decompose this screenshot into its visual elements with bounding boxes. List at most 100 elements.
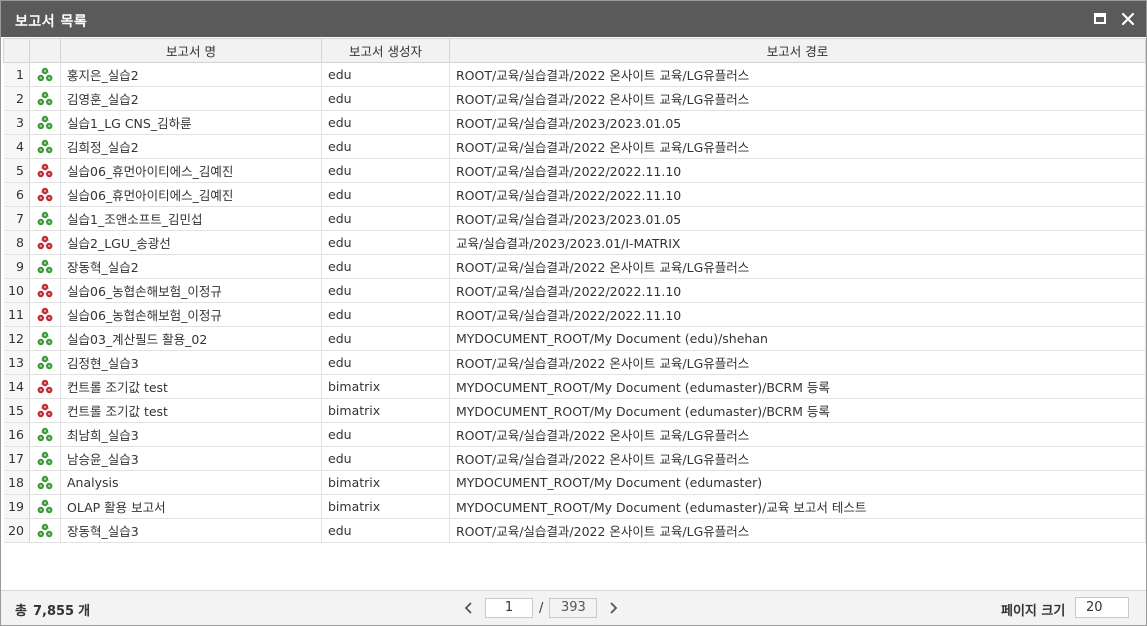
row-icon-cell	[29, 470, 61, 495]
green-report-icon	[37, 499, 53, 513]
chevron-right-icon	[610, 602, 618, 614]
report-path: MYDOCUMENT_ROOT/My Document (edumaster)/…	[449, 494, 1146, 519]
row-icon-cell	[29, 398, 61, 423]
row-number: 19	[3, 494, 30, 519]
report-creator: edu	[321, 110, 450, 135]
row-number: 20	[3, 518, 30, 543]
page-separator: /	[539, 600, 544, 616]
row-number: 13	[3, 350, 30, 375]
report-path: ROOT/교육/실습결과/2022/2022.11.10	[449, 182, 1146, 207]
row-number: 11	[3, 302, 30, 327]
report-name: 장동혁_실습3	[60, 518, 322, 543]
table-row[interactable]: 14 컨트롤 조기값 test bimatrix MYDOCUMENT_ROOT/My…	[3, 374, 1146, 399]
table-row[interactable]: 8 실습2_LGU_송광선 edu 교육/실습결과/2023/2023.01/I-MA…	[3, 230, 1146, 255]
next-page-button[interactable]	[607, 598, 619, 618]
report-creator: edu	[321, 254, 450, 279]
table-row[interactable]: 6 실습06_휴먼아이티에스_김예진 edu ROOT/교육/실습결과/2022/20…	[3, 182, 1146, 207]
close-icon	[1121, 12, 1135, 26]
row-number: 6	[3, 182, 30, 207]
report-creator: edu	[321, 134, 450, 159]
report-name: 실습03_계산필드 활용_02	[60, 326, 322, 351]
table-row[interactable]: 16 최남희_실습3 edu ROOT/교육/실습결과/2022 온사이트 교육/LG…	[3, 422, 1146, 447]
report-creator: edu	[321, 446, 450, 471]
report-path: MYDOCUMENT_ROOT/My Document (edumaster)	[449, 470, 1146, 495]
report-list-window: 보고서 목록 보고서 명 보고서 생성자 보고서 경로 1 홍지은_실습2 ed…	[0, 0, 1147, 626]
report-name: 실습06_농협손해보험_이정규	[60, 278, 322, 303]
table-row[interactable]: 19 OLAP 활용 보고서 bimatrix MYDOCUMENT_ROOT/My …	[3, 494, 1146, 519]
table-row[interactable]: 18 Analysis bimatrix MYDOCUMENT_ROOT/My Doc…	[3, 470, 1146, 495]
row-number: 1	[3, 62, 30, 87]
report-path: ROOT/교육/실습결과/2023/2023.01.05	[449, 110, 1146, 135]
row-icon-cell	[29, 182, 61, 207]
table-row[interactable]: 5 실습06_휴먼아이티에스_김예진 edu ROOT/교육/실습결과/2022/20…	[3, 158, 1146, 183]
report-path: ROOT/교육/실습결과/2022/2022.11.10	[449, 278, 1146, 303]
red-report-icon	[37, 187, 53, 201]
header-report-creator[interactable]: 보고서 생성자	[321, 38, 450, 63]
row-icon-cell	[29, 494, 61, 519]
table-row[interactable]: 1 홍지은_실습2 edu ROOT/교육/실습결과/2022 온사이트 교육/LG유…	[3, 62, 1146, 87]
header-row: 보고서 명 보고서 생성자 보고서 경로	[3, 38, 1146, 63]
row-icon-cell	[29, 446, 61, 471]
table-row[interactable]: 9 장동혁_실습2 edu ROOT/교육/실습결과/2022 온사이트 교육/LG유…	[3, 254, 1146, 279]
report-name: 김정현_실습3	[60, 350, 322, 375]
row-icon-cell	[29, 110, 61, 135]
table-row[interactable]: 11 실습06_농협손해보험_이정규 edu ROOT/교육/실습결과/2022/20…	[3, 302, 1146, 327]
report-name: 실습2_LGU_송광선	[60, 230, 322, 255]
report-creator: edu	[321, 230, 450, 255]
report-creator: edu	[321, 326, 450, 351]
report-path: ROOT/교육/실습결과/2022 온사이트 교육/LG유플러스	[449, 254, 1146, 279]
row-icon-cell	[29, 374, 61, 399]
pagination: 1 / 393	[463, 597, 619, 619]
row-number: 3	[3, 110, 30, 135]
table-row[interactable]: 15 컨트롤 조기값 test bimatrix MYDOCUMENT_ROOT/My…	[3, 398, 1146, 423]
header-num	[3, 38, 30, 63]
prev-page-button[interactable]	[463, 598, 475, 618]
table-row[interactable]: 13 김정현_실습3 edu ROOT/교육/실습결과/2022 온사이트 교육/LG…	[3, 350, 1146, 375]
table-row[interactable]: 4 김희정_실습2 edu ROOT/교육/실습결과/2022 온사이트 교육/LG유…	[3, 134, 1146, 159]
row-icon-cell	[29, 326, 61, 351]
report-creator: bimatrix	[321, 398, 450, 423]
row-icon-cell	[29, 350, 61, 375]
table-row[interactable]: 7 실습1_조앤소프트_김민섭 edu ROOT/교육/실습결과/2023/2023.…	[3, 206, 1146, 231]
header-report-path[interactable]: 보고서 경로	[449, 38, 1146, 63]
table-row[interactable]: 3 실습1_LG CNS_김하륜 edu ROOT/교육/실습결과/2023/2023…	[3, 110, 1146, 135]
close-button[interactable]	[1119, 10, 1137, 28]
report-creator: edu	[321, 302, 450, 327]
report-creator: edu	[321, 62, 450, 87]
report-name: 컨트롤 조기값 test	[60, 398, 322, 423]
red-report-icon	[37, 235, 53, 249]
row-number: 7	[3, 206, 30, 231]
report-creator: edu	[321, 182, 450, 207]
report-path: ROOT/교육/실습결과/2022 온사이트 교육/LG유플러스	[449, 62, 1146, 87]
table-row[interactable]: 2 김영훈_실습2 edu ROOT/교육/실습결과/2022 온사이트 교육/LG유…	[3, 86, 1146, 111]
report-path: ROOT/교육/실습결과/2022 온사이트 교육/LG유플러스	[449, 518, 1146, 543]
report-name: 홍지은_실습2	[60, 62, 322, 87]
table-row[interactable]: 20 장동혁_실습3 edu ROOT/교육/실습결과/2022 온사이트 교육/LG…	[3, 518, 1146, 543]
current-page-input[interactable]: 1	[485, 598, 533, 618]
report-path: ROOT/교육/실습결과/2022 온사이트 교육/LG유플러스	[449, 86, 1146, 111]
row-number: 15	[3, 398, 30, 423]
header-report-name[interactable]: 보고서 명	[60, 38, 322, 63]
total-count: 총 7,855 개	[15, 600, 90, 619]
row-icon-cell	[29, 62, 61, 87]
report-creator: bimatrix	[321, 470, 450, 495]
window-title: 보고서 목록	[15, 14, 88, 30]
report-creator: edu	[321, 86, 450, 111]
report-creator: edu	[321, 518, 450, 543]
table-row[interactable]: 17 남승윤_실습3 edu ROOT/교육/실습결과/2022 온사이트 교육/LG…	[3, 446, 1146, 471]
header-icon	[29, 38, 61, 63]
page-size-label: 페이지 크기	[1001, 604, 1066, 619]
report-creator: edu	[321, 158, 450, 183]
row-icon-cell	[29, 206, 61, 231]
table-row[interactable]: 10 실습06_농협손해보험_이정규 edu ROOT/교육/실습결과/2022/20…	[3, 278, 1146, 303]
row-number: 9	[3, 254, 30, 279]
table-row[interactable]: 12 실습03_계산필드 활용_02 edu MYDOCUMENT_ROOT/My D…	[3, 326, 1146, 351]
report-path: MYDOCUMENT_ROOT/My Document (edumaster)/…	[449, 398, 1146, 423]
maximize-button[interactable]	[1091, 10, 1109, 28]
report-name: 김영훈_실습2	[60, 86, 322, 111]
red-report-icon	[37, 163, 53, 177]
page-size-input[interactable]: 20	[1075, 597, 1129, 618]
row-number: 2	[3, 86, 30, 111]
report-name: 컨트롤 조기값 test	[60, 374, 322, 399]
report-name: 남승윤_실습3	[60, 446, 322, 471]
